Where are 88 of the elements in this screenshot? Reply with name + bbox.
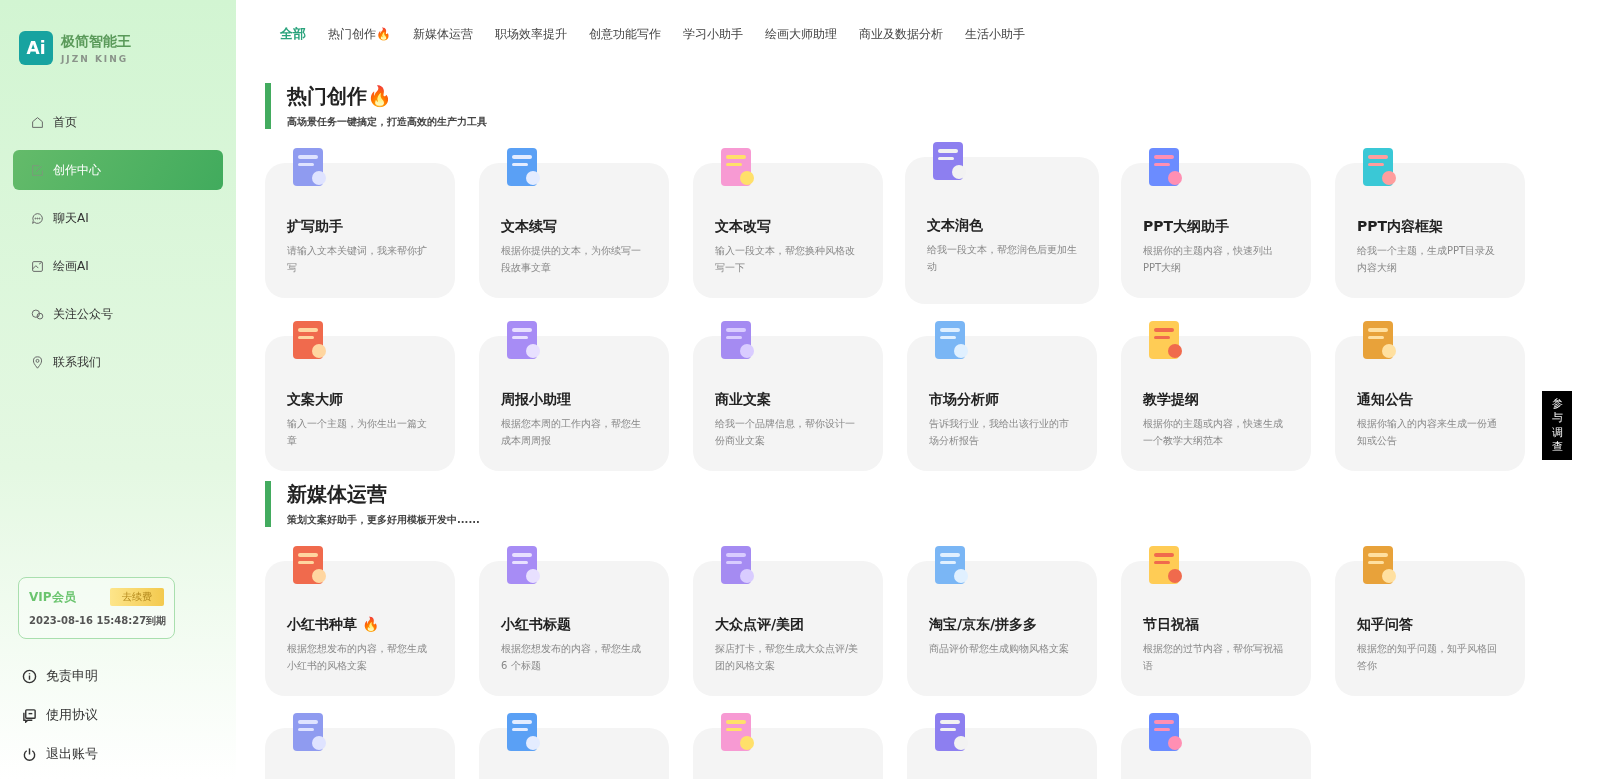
card-description: 根据你的主题或内容，快速生成一个教学大纲范本 [1143, 417, 1284, 448]
card-description: 根据您的过节内容，帮你写祝福语 [1143, 642, 1284, 673]
template-card[interactable]: 小红书种草 🔥 根据您想发布的内容，帮您生成小红书的风格文案 [265, 561, 455, 696]
template-card[interactable]: 文本改写 输入一段文本，帮您换种风格改写一下 [693, 163, 883, 298]
home-icon [31, 115, 44, 129]
card-description: 根据您想发布的内容，帮您生成小红书的风格文案 [287, 642, 428, 673]
vip-title: VIP会员 [29, 588, 76, 606]
template-card[interactable]: PPT大纲助手 根据你的主题内容，快速列出PPT大纲 [1121, 163, 1311, 298]
sidebar-link[interactable]: 退出账号 [22, 745, 223, 763]
template-card[interactable]: 市场分析师 告诉我行业，我给出该行业的市场分析报告 [907, 336, 1097, 471]
category-tab[interactable]: 热门创作🔥 [328, 25, 391, 43]
card-title: 商业文案 [715, 391, 772, 409]
logo-icon: Ai [19, 31, 53, 65]
card-title: PPT大纲助手 [1143, 218, 1231, 236]
card-description: 根据您想发布的内容，帮您生成 6 个标题 [501, 642, 642, 673]
card-title: 周报小助理 [501, 391, 572, 409]
sidebar-link[interactable]: 使用协议 [22, 706, 223, 724]
card-description: 根据你的主题内容，快速列出PPT大纲 [1143, 244, 1274, 275]
card-description: 输入一段文本，帮您换种风格改写一下 [715, 244, 856, 275]
category-tab[interactable]: 生活小助手 [965, 25, 1025, 43]
category-tab[interactable]: 职场效率提升 [495, 25, 567, 43]
card-title: 文本改写 [715, 218, 772, 236]
sidebar-item[interactable]: 首页 [13, 102, 223, 142]
card-title: 文本续写 [501, 218, 558, 236]
template-card[interactable]: 小红书标题 根据您想发布的内容，帮您生成 6 个标题 [479, 561, 669, 696]
template-card[interactable]: 知乎问答 根据您的知乎问题，知乎风格回答你 [1335, 561, 1525, 696]
card-description: 商品评价帮您生成购物风格文案 [929, 642, 1070, 656]
survey-tab[interactable]: 参与调查 [1542, 391, 1572, 461]
section-subtitle: 高场景任务一键搞定，打造高效的生产力工具 [287, 115, 487, 129]
card-title: 淘宝/京东/拼多多 [929, 616, 1039, 634]
chat-icon [31, 211, 44, 225]
template-card[interactable]: 教学提纲 根据你的主题或内容，快速生成一个教学大纲范本 [1121, 336, 1311, 471]
card-description: 告诉我行业，我给出该行业的市场分析报告 [929, 417, 1070, 448]
category-tab[interactable]: 创意功能写作 [589, 25, 661, 43]
template-card[interactable]: 文本润色 给我一段文本，帮您润色后更加生动 [905, 157, 1099, 304]
template-card[interactable]: 大众点评/美团 探店打卡，帮您生成大众点评/美团的风格文案 [693, 561, 883, 696]
category-tab[interactable]: 学习小助手 [683, 25, 743, 43]
card-title: 小红书标题 [501, 616, 572, 634]
card-description: 根据你提供的文本，为你续写一段故事文章 [501, 244, 642, 275]
vip-expiry: 2023-08-16 15:48:27到期 [29, 614, 164, 628]
card-description: 给我一段文本，帮您润色后更加生动 [927, 243, 1077, 274]
template-card[interactable]: 通知公告 根据你输入的内容来生成一份通知或公告 [1335, 336, 1525, 471]
template-card[interactable]: 节日祝福 根据您的过节内容，帮你写祝福语 [1121, 561, 1311, 696]
card-title: 大众点评/美团 [715, 616, 806, 634]
category-tab[interactable]: 新媒体运营 [413, 25, 473, 43]
category-tab[interactable]: 商业及数据分析 [859, 25, 943, 43]
template-card[interactable]: 商业文案 给我一个品牌信息，帮你设计一份商业文案 [693, 336, 883, 471]
sidebar-link[interactable]: 免责申明 [22, 667, 223, 685]
template-card[interactable]: 淘宝/京东/拼多多 商品评价帮您生成购物风格文案 [907, 561, 1097, 696]
card-title: 扩写助手 [287, 218, 344, 236]
card-description: 输入一个主题，为你生出一篇文章 [287, 417, 428, 448]
card-description: 根据你输入的内容来生成一份通知或公告 [1357, 417, 1498, 448]
card-title: 教学提纲 [1143, 391, 1200, 409]
info-icon [22, 668, 37, 684]
card-description: 给我一个主题，生成PPT目录及内容大纲 [1357, 244, 1497, 275]
template-card[interactable]: 周报小助理 根据您本周的工作内容，帮您生成本周周报 [479, 336, 669, 471]
card-title: 文案大师 [287, 391, 344, 409]
sidebar-item[interactable]: 聊天AI [13, 198, 223, 238]
image-icon [31, 259, 44, 273]
card-description: 根据您本周的工作内容，帮您生成本周周报 [501, 417, 642, 448]
sidebar-item[interactable]: 关注公众号 [13, 294, 223, 334]
card-title: 小红书种草 🔥 [287, 616, 380, 634]
sidebar-item[interactable]: 绘画AI [13, 246, 223, 286]
template-card[interactable]: 文本续写 根据你提供的文本，为你续写一段故事文章 [479, 163, 669, 298]
card-description: 给我一个品牌信息，帮你设计一份商业文案 [715, 417, 856, 448]
card-title: 节日祝福 [1143, 616, 1200, 634]
category-tab[interactable]: 绘画大师助理 [765, 25, 837, 43]
card-description: 探店打卡，帮您生成大众点评/美团的风格文案 [715, 642, 860, 673]
card-title: 市场分析师 [929, 391, 1000, 409]
card-title: PPT内容框架 [1357, 218, 1445, 236]
brand-subtitle: JJZN KING [61, 53, 130, 64]
edit-icon [31, 163, 44, 177]
brand-name: 极简智能王 [61, 32, 131, 51]
template-card[interactable]: 文案大师 输入一个主题，为你生出一篇文章 [265, 336, 455, 471]
location-pin-icon [31, 355, 44, 369]
card-title: 通知公告 [1357, 391, 1414, 409]
card-description: 请输入文本关键词，我来帮你扩写 [287, 244, 428, 275]
chat-bubbles-icon [31, 307, 44, 321]
card-description: 根据您的知乎问题，知乎风格回答你 [1357, 642, 1498, 673]
template-card[interactable]: 扩写助手 请输入文本关键词，我来帮你扩写 [265, 163, 455, 298]
section-title: 新媒体运营 [287, 481, 388, 508]
power-icon [22, 746, 37, 762]
sidebar-item[interactable]: 联系我们 [13, 342, 223, 382]
card-title: 文本润色 [927, 217, 984, 235]
section-subtitle: 策划文案好助手，更多好用模板开发中...... [287, 513, 480, 527]
template-card[interactable]: PPT内容框架 给我一个主题，生成PPT目录及内容大纲 [1335, 163, 1525, 298]
section-title: 热门创作🔥 [287, 83, 393, 110]
card-title: 知乎问答 [1357, 616, 1414, 634]
